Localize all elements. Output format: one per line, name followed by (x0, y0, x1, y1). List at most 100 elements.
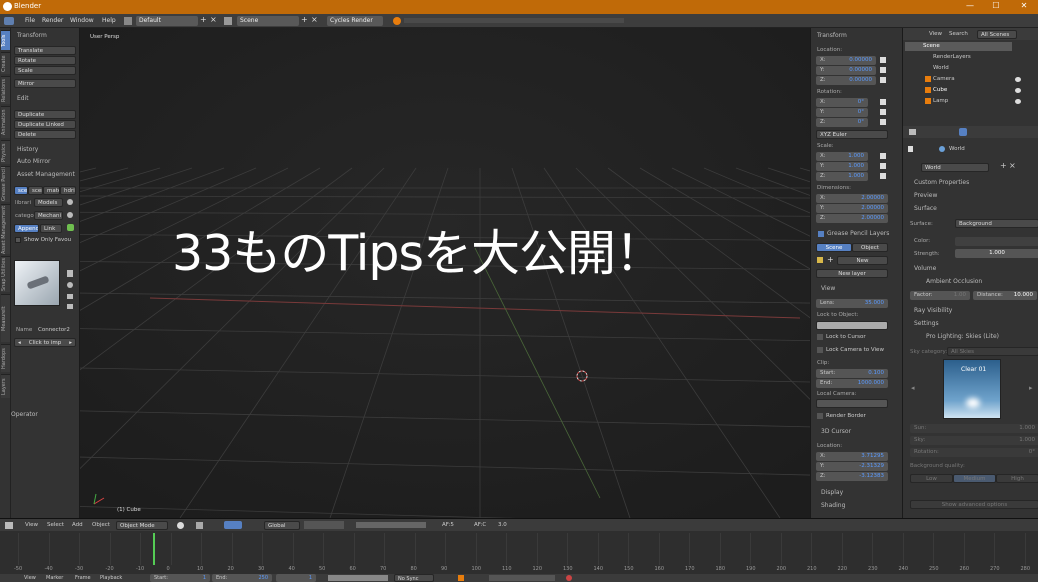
scale-x-field[interactable]: X: 1.000 (816, 152, 868, 161)
screen-layout-field[interactable]: Default (136, 16, 198, 26)
keyframe-insert-icon[interactable] (489, 575, 555, 581)
gp-new-button[interactable]: New (837, 256, 888, 265)
gp-scene-button[interactable]: Scene (816, 243, 852, 252)
visibility-eye-icon[interactable] (1015, 88, 1021, 93)
lock-to-cursor-checkbox[interactable] (817, 334, 823, 340)
edit-panel-header[interactable]: Edit (17, 95, 29, 102)
rotation-y-field[interactable]: Y: 0° (816, 108, 868, 117)
scale-y-field[interactable]: Y: 1.000 (816, 162, 868, 171)
tl-marker-menu[interactable]: Marker (46, 575, 63, 581)
cursor-y-field[interactable]: Y: -2.31329 (816, 462, 888, 471)
timeline-editor[interactable]: View Select Add Object Object Mode Globa… (0, 518, 1038, 582)
lock-icon[interactable] (880, 57, 886, 63)
lock-object-field[interactable] (816, 321, 888, 330)
settings-gear-icon-2[interactable] (67, 212, 73, 218)
maximize-button[interactable]: ☐ (984, 1, 1008, 13)
tab-snap-utilities[interactable]: Snap Utilities (1, 256, 10, 292)
gp-checkbox[interactable] (818, 231, 824, 237)
remove-scene-icon[interactable]: × (311, 15, 318, 24)
playback-controls-icon[interactable] (328, 575, 388, 581)
clip-end-field[interactable]: End: 1000.000 (816, 379, 888, 388)
custom-properties-header[interactable]: Custom Properties (914, 179, 969, 186)
location-z-field[interactable]: Z: 0.00000 (816, 76, 876, 85)
grease-pencil-layers-header[interactable]: Grease Pencil Layers (827, 230, 889, 237)
sky-thumbnail[interactable]: Clear 01 (943, 359, 1001, 419)
world-datablock-field[interactable]: World (921, 163, 989, 172)
pencil-icon[interactable] (817, 257, 823, 263)
outliner-row-lamp[interactable]: Lamp (933, 98, 948, 104)
world-unlink-icon[interactable]: × (1009, 161, 1016, 170)
lock-icon[interactable] (880, 163, 886, 169)
quality-medium-button[interactable]: Medium (953, 474, 996, 483)
delete-button[interactable]: Delete (14, 130, 76, 139)
mirror-button[interactable]: Mirror (14, 79, 76, 88)
outliner-row-renderlayers[interactable]: RenderLayers (933, 54, 971, 60)
tab-grease-pencil[interactable]: Grease Pencil (1, 166, 10, 202)
translate-button[interactable]: Translate (14, 46, 76, 55)
3d-cursor-header[interactable]: 3D Cursor (821, 428, 851, 435)
outliner-view-menu[interactable]: View (929, 31, 942, 37)
orientation-select[interactable]: Global (264, 521, 300, 530)
trash-icon[interactable] (67, 270, 73, 277)
outliner-row-cube[interactable]: Cube (933, 87, 947, 93)
add-menu[interactable]: Add (72, 522, 83, 528)
surface-select[interactable]: Background (955, 219, 1038, 228)
screen-icon[interactable] (124, 17, 132, 25)
link-button[interactable]: Link (40, 224, 62, 233)
record-icon[interactable] (566, 575, 572, 581)
show-advanced-button[interactable]: Show advanced options (910, 500, 1038, 509)
refresh-icon[interactable] (67, 224, 74, 231)
outliner-row-world[interactable]: World (933, 65, 949, 71)
lock-icon[interactable] (880, 153, 886, 159)
remove-screen-icon[interactable]: × (210, 15, 217, 24)
dimension-x-field[interactable]: X: 2.00000 (816, 194, 888, 203)
tab-relations[interactable]: Relations (1, 76, 10, 104)
location-y-field[interactable]: Y: 0.00000 (816, 66, 876, 75)
lock-camera-checkbox[interactable] (817, 347, 823, 353)
location-x-field[interactable]: X: 0.00000 (816, 56, 876, 65)
cursor-z-field[interactable]: Z: -3.12383 (816, 472, 888, 481)
library-select[interactable]: Models (34, 198, 63, 207)
category-select[interactable]: Mechani (34, 211, 63, 220)
click-to-import-button[interactable]: ◂ Click to imp ▸ (14, 338, 76, 347)
scale-z-field[interactable]: Z: 1.000 (816, 172, 868, 181)
rotation-field[interactable]: Rotation: 0° (910, 448, 1038, 457)
visibility-eye-icon[interactable] (1015, 99, 1021, 104)
gear-icon[interactable] (67, 282, 73, 288)
scale-button[interactable]: Scale (14, 66, 76, 75)
lock-icon[interactable] (880, 119, 886, 125)
show-only-favourites-checkbox[interactable] (15, 237, 21, 243)
pivot-icon[interactable] (196, 522, 203, 529)
view-menu[interactable]: View (25, 522, 38, 528)
visibility-eye-icon[interactable] (1015, 77, 1021, 82)
gp-new-layer-button[interactable]: New layer (816, 269, 888, 278)
arrow-right-icon[interactable]: ▸ (69, 340, 72, 346)
distance-field[interactable]: Distance: 10.000 (973, 291, 1037, 300)
mode-select[interactable]: Object Mode (116, 521, 168, 530)
clip-start-field[interactable]: Start: 0.100 (816, 369, 888, 378)
camera-icon[interactable] (67, 294, 73, 299)
strength-field[interactable]: 1.000 (955, 249, 1038, 258)
quality-low-button[interactable]: Low (910, 474, 953, 483)
dimension-z-field[interactable]: Z: 2.00000 (816, 214, 888, 223)
tab-physics[interactable]: Physics (1, 140, 10, 164)
tl-frame-menu[interactable]: Frame (75, 575, 91, 581)
factor-field[interactable]: Factor: 1.00 (910, 291, 970, 300)
tab-animation[interactable]: Animation (1, 106, 10, 138)
prev-sky-arrow-icon[interactable]: ◂ (911, 384, 915, 392)
arrow-left-icon[interactable]: ◂ (18, 340, 21, 346)
transform-header[interactable]: Transform (817, 32, 847, 39)
settings-header[interactable]: Settings (914, 320, 939, 327)
ray-visibility-header[interactable]: Ray Visibility (914, 307, 952, 314)
display-header[interactable]: Display (821, 489, 843, 496)
asset-management-header[interactable]: Asset Management (17, 171, 75, 178)
select-menu[interactable]: Select (47, 522, 64, 528)
minimize-button[interactable]: — (958, 1, 982, 13)
layers-icon[interactable] (304, 521, 344, 529)
surface-header[interactable]: Surface (914, 205, 937, 212)
tab-measureit[interactable]: MeasureIt (1, 294, 10, 342)
tab-create[interactable]: Create (1, 52, 10, 74)
ambient-occlusion-header[interactable]: Ambient Occlusion (926, 278, 982, 285)
menu-help[interactable]: Help (102, 17, 116, 24)
sun-field[interactable]: Sun: 1.000 (910, 424, 1038, 433)
